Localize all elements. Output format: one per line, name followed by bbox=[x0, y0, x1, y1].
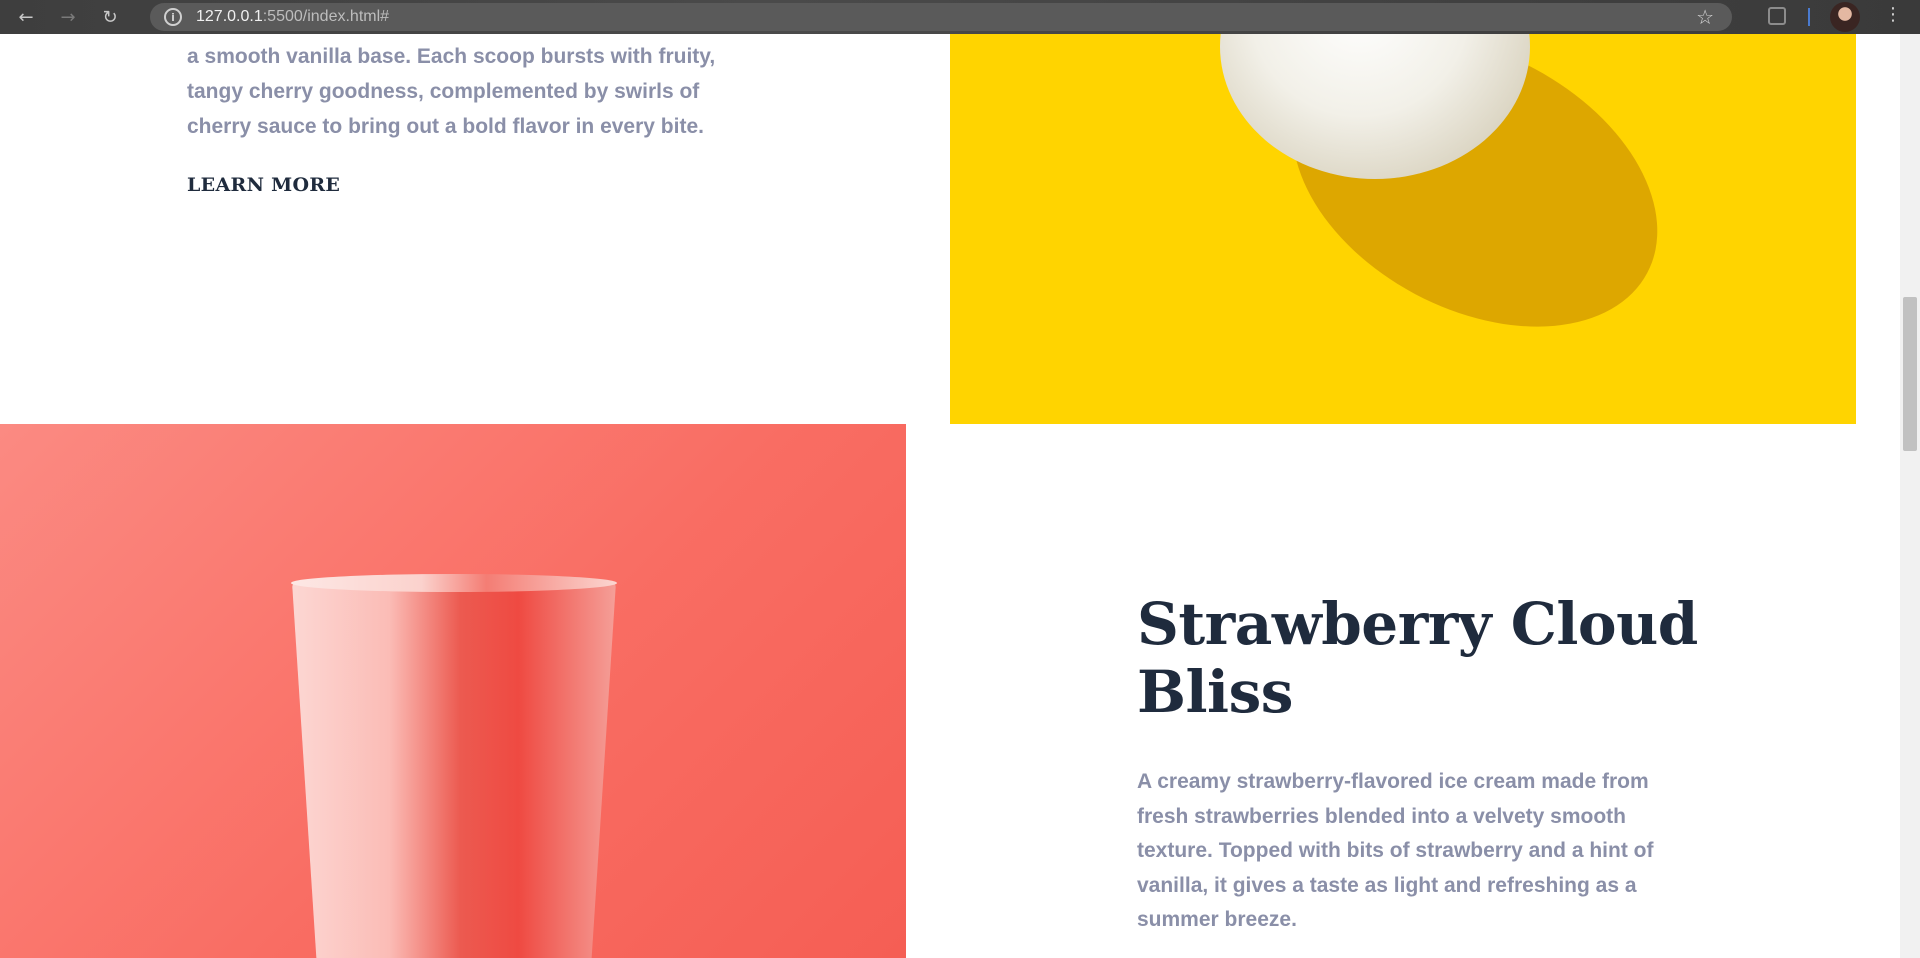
strawberry-title: Strawberry Cloud Bliss bbox=[1137, 590, 1698, 726]
strawberry-product-image bbox=[0, 424, 906, 958]
scroll-thumb[interactable] bbox=[1903, 297, 1917, 451]
strawberry-description: A creamy strawberry-flavored ice cream m… bbox=[1137, 770, 1654, 931]
page-content: a smooth vanilla base. Each scoop bursts… bbox=[0, 34, 1900, 958]
site-info-icon[interactable]: i bbox=[164, 8, 182, 26]
url-host: 127.0.0.1 bbox=[196, 8, 263, 25]
learn-more-link[interactable]: LEARN MORE bbox=[176, 174, 349, 200]
toolbar-separator bbox=[1808, 8, 1810, 26]
extensions-icon[interactable] bbox=[1768, 7, 1786, 25]
forward-icon[interactable]: → bbox=[54, 3, 82, 31]
address-bar[interactable]: i 127.0.0.1:5500/index.html# ☆ bbox=[150, 3, 1732, 31]
bookmark-star-icon[interactable]: ☆ bbox=[1696, 5, 1714, 29]
cup-body bbox=[292, 582, 616, 958]
browser-menu-icon[interactable]: ⋮ bbox=[1884, 4, 1902, 25]
url-path: :5500/index.html# bbox=[262, 8, 390, 25]
profile-avatar[interactable] bbox=[1830, 2, 1860, 32]
url-text[interactable]: 127.0.0.1:5500/index.html# bbox=[196, 8, 389, 26]
cherry-product-image bbox=[950, 34, 1856, 424]
cherry-description: a smooth vanilla base. Each scoop bursts… bbox=[187, 45, 716, 138]
back-icon[interactable]: ← bbox=[12, 3, 40, 31]
browser-toolbar: ← → ↻ i 127.0.0.1:5500/index.html# ☆ ⋮ bbox=[0, 0, 1920, 34]
cup-rim bbox=[291, 574, 617, 592]
reload-icon[interactable]: ↻ bbox=[96, 3, 124, 31]
page-scrollbar[interactable] bbox=[1900, 34, 1920, 958]
